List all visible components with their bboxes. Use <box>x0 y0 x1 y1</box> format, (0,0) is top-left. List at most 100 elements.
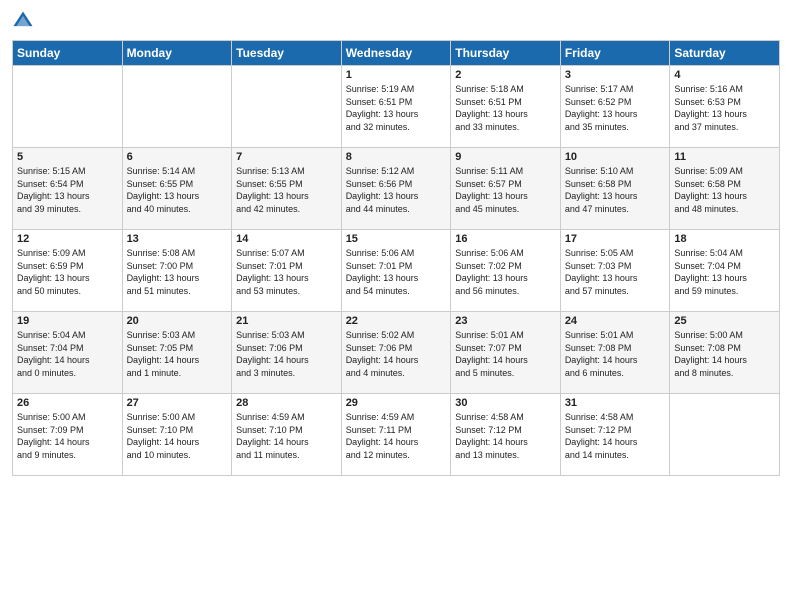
day-info: Sunrise: 5:00 AM Sunset: 7:09 PM Dayligh… <box>17 411 118 461</box>
day-number: 4 <box>674 69 775 81</box>
day-info: Sunrise: 5:07 AM Sunset: 7:01 PM Dayligh… <box>236 247 337 297</box>
day-number: 22 <box>346 315 447 327</box>
day-number: 19 <box>17 315 118 327</box>
day-cell-3-0: 19Sunrise: 5:04 AM Sunset: 7:04 PM Dayli… <box>13 312 123 394</box>
header-thursday: Thursday <box>451 41 561 66</box>
calendar-table: SundayMondayTuesdayWednesdayThursdayFrid… <box>12 40 780 476</box>
day-cell-4-6 <box>670 394 780 476</box>
logo <box>12 10 42 32</box>
day-number: 11 <box>674 151 775 163</box>
day-cell-2-2: 14 Sunrise: 5:07 AM Sunset: 7:01 PM Dayli… <box>232 230 342 312</box>
day-info: Sunrise: 4:58 AM Sunset: 7:12 PM Dayligh… <box>565 411 666 461</box>
day-info: Sunrise: 5:03 AM Sunset: 7:06 PM Dayligh… <box>236 329 337 379</box>
day-cell-2-6: 18 Sunrise: 5:04 AM Sunset: 7:04 PM Dayli… <box>670 230 780 312</box>
day-cell-0-2 <box>232 66 342 148</box>
day-number: 29 <box>346 397 447 409</box>
day-info: Sunrise: 5:04 AM Sunset: 7:04 PM Dayligh… <box>674 247 775 297</box>
day-info: Sunrise: 5:06 AM Sunset: 7:02 PM Dayligh… <box>455 247 556 297</box>
day-info: Sunrise: 5:13 AM Sunset: 6:55 PM Dayligh… <box>236 165 337 215</box>
day-cell-0-3: 1Sunrise: 5:19 AM Sunset: 6:51 PM Daylig… <box>341 66 451 148</box>
day-cell-2-5: 17Sunrise: 5:05 AM Sunset: 7:03 PM Dayli… <box>560 230 670 312</box>
day-number: 9 <box>455 151 556 163</box>
day-number: 6 <box>127 151 228 163</box>
day-info: Sunrise: 5:15 AM Sunset: 6:54 PM Dayligh… <box>17 165 118 215</box>
day-info: Sunrise: 5:19 AM Sunset: 6:51 PM Dayligh… <box>346 83 447 133</box>
day-number: 20 <box>127 315 228 327</box>
day-number: 7 <box>236 151 337 163</box>
header-sunday: Sunday <box>13 41 123 66</box>
day-cell-0-1 <box>122 66 232 148</box>
day-cell-1-5: 10Sunrise: 5:10 AM Sunset: 6:58 PM Dayli… <box>560 148 670 230</box>
day-info: Sunrise: 5:10 AM Sunset: 6:58 PM Dayligh… <box>565 165 666 215</box>
day-info: Sunrise: 5:09 AM Sunset: 6:59 PM Dayligh… <box>17 247 118 297</box>
header-monday: Monday <box>122 41 232 66</box>
day-number: 3 <box>565 69 666 81</box>
day-cell-4-0: 26 Sunrise: 5:00 AM Sunset: 7:09 PM Dayli… <box>13 394 123 476</box>
day-number: 25 <box>674 315 775 327</box>
day-number: 27 <box>127 397 228 409</box>
day-cell-3-6: 25 Sunrise: 5:00 AM Sunset: 7:08 PM Dayli… <box>670 312 780 394</box>
day-info: Sunrise: 5:08 AM Sunset: 7:00 PM Dayligh… <box>127 247 228 297</box>
day-info: Sunrise: 5:00 AM Sunset: 7:08 PM Dayligh… <box>674 329 775 379</box>
week-row-5: 26 Sunrise: 5:00 AM Sunset: 7:09 PM Dayli… <box>13 394 780 476</box>
day-number: 14 <box>236 233 337 245</box>
day-number: 30 <box>455 397 556 409</box>
week-row-2: 5 Sunrise: 5:15 AM Sunset: 6:54 PM Daylig… <box>13 148 780 230</box>
header-tuesday: Tuesday <box>232 41 342 66</box>
day-info: Sunrise: 5:17 AM Sunset: 6:52 PM Dayligh… <box>565 83 666 133</box>
day-number: 16 <box>455 233 556 245</box>
day-cell-4-4: 30 Sunrise: 4:58 AM Sunset: 7:12 PM Dayli… <box>451 394 561 476</box>
day-cell-1-1: 6 Sunrise: 5:14 AM Sunset: 6:55 PM Daylig… <box>122 148 232 230</box>
week-row-3: 12 Sunrise: 5:09 AM Sunset: 6:59 PM Dayli… <box>13 230 780 312</box>
day-number: 8 <box>346 151 447 163</box>
week-row-4: 19Sunrise: 5:04 AM Sunset: 7:04 PM Dayli… <box>13 312 780 394</box>
header-wednesday: Wednesday <box>341 41 451 66</box>
logo-icon <box>12 10 34 32</box>
day-info: Sunrise: 5:16 AM Sunset: 6:53 PM Dayligh… <box>674 83 775 133</box>
day-cell-1-2: 7 Sunrise: 5:13 AM Sunset: 6:55 PM Daylig… <box>232 148 342 230</box>
day-cell-0-0 <box>13 66 123 148</box>
day-cell-1-6: 11 Sunrise: 5:09 AM Sunset: 6:58 PM Dayli… <box>670 148 780 230</box>
day-cell-3-1: 20 Sunrise: 5:03 AM Sunset: 7:05 PM Dayli… <box>122 312 232 394</box>
day-info: Sunrise: 4:58 AM Sunset: 7:12 PM Dayligh… <box>455 411 556 461</box>
day-info: Sunrise: 5:11 AM Sunset: 6:57 PM Dayligh… <box>455 165 556 215</box>
day-cell-0-6: 4 Sunrise: 5:16 AM Sunset: 6:53 PM Daylig… <box>670 66 780 148</box>
day-cell-2-0: 12 Sunrise: 5:09 AM Sunset: 6:59 PM Dayli… <box>13 230 123 312</box>
day-number: 13 <box>127 233 228 245</box>
day-number: 23 <box>455 315 556 327</box>
day-cell-2-3: 15 Sunrise: 5:06 AM Sunset: 7:01 PM Dayli… <box>341 230 451 312</box>
day-info: Sunrise: 5:06 AM Sunset: 7:01 PM Dayligh… <box>346 247 447 297</box>
day-number: 5 <box>17 151 118 163</box>
header-friday: Friday <box>560 41 670 66</box>
day-number: 12 <box>17 233 118 245</box>
day-cell-1-0: 5 Sunrise: 5:15 AM Sunset: 6:54 PM Daylig… <box>13 148 123 230</box>
calendar-container: SundayMondayTuesdayWednesdayThursdayFrid… <box>0 0 792 486</box>
day-cell-4-1: 27Sunrise: 5:00 AM Sunset: 7:10 PM Dayli… <box>122 394 232 476</box>
day-info: Sunrise: 5:14 AM Sunset: 6:55 PM Dayligh… <box>127 165 228 215</box>
day-cell-4-3: 29 Sunrise: 4:59 AM Sunset: 7:11 PM Dayli… <box>341 394 451 476</box>
day-info: Sunrise: 5:02 AM Sunset: 7:06 PM Dayligh… <box>346 329 447 379</box>
day-info: Sunrise: 5:12 AM Sunset: 6:56 PM Dayligh… <box>346 165 447 215</box>
header-saturday: Saturday <box>670 41 780 66</box>
day-number: 18 <box>674 233 775 245</box>
day-info: Sunrise: 5:09 AM Sunset: 6:58 PM Dayligh… <box>674 165 775 215</box>
weekday-header-row: SundayMondayTuesdayWednesdayThursdayFrid… <box>13 41 780 66</box>
day-info: Sunrise: 4:59 AM Sunset: 7:11 PM Dayligh… <box>346 411 447 461</box>
day-cell-4-5: 31 Sunrise: 4:58 AM Sunset: 7:12 PM Dayli… <box>560 394 670 476</box>
day-cell-2-1: 13 Sunrise: 5:08 AM Sunset: 7:00 PM Dayli… <box>122 230 232 312</box>
day-number: 24 <box>565 315 666 327</box>
day-info: Sunrise: 5:03 AM Sunset: 7:05 PM Dayligh… <box>127 329 228 379</box>
day-cell-0-4: 2 Sunrise: 5:18 AM Sunset: 6:51 PM Daylig… <box>451 66 561 148</box>
day-number: 2 <box>455 69 556 81</box>
day-cell-2-4: 16 Sunrise: 5:06 AM Sunset: 7:02 PM Dayli… <box>451 230 561 312</box>
day-cell-3-3: 22 Sunrise: 5:02 AM Sunset: 7:06 PM Dayli… <box>341 312 451 394</box>
day-info: Sunrise: 5:05 AM Sunset: 7:03 PM Dayligh… <box>565 247 666 297</box>
day-info: Sunrise: 5:18 AM Sunset: 6:51 PM Dayligh… <box>455 83 556 133</box>
day-info: Sunrise: 5:01 AM Sunset: 7:07 PM Dayligh… <box>455 329 556 379</box>
day-cell-3-5: 24Sunrise: 5:01 AM Sunset: 7:08 PM Dayli… <box>560 312 670 394</box>
day-number: 15 <box>346 233 447 245</box>
day-cell-3-2: 21Sunrise: 5:03 AM Sunset: 7:06 PM Dayli… <box>232 312 342 394</box>
day-info: Sunrise: 4:59 AM Sunset: 7:10 PM Dayligh… <box>236 411 337 461</box>
day-number: 26 <box>17 397 118 409</box>
day-number: 31 <box>565 397 666 409</box>
